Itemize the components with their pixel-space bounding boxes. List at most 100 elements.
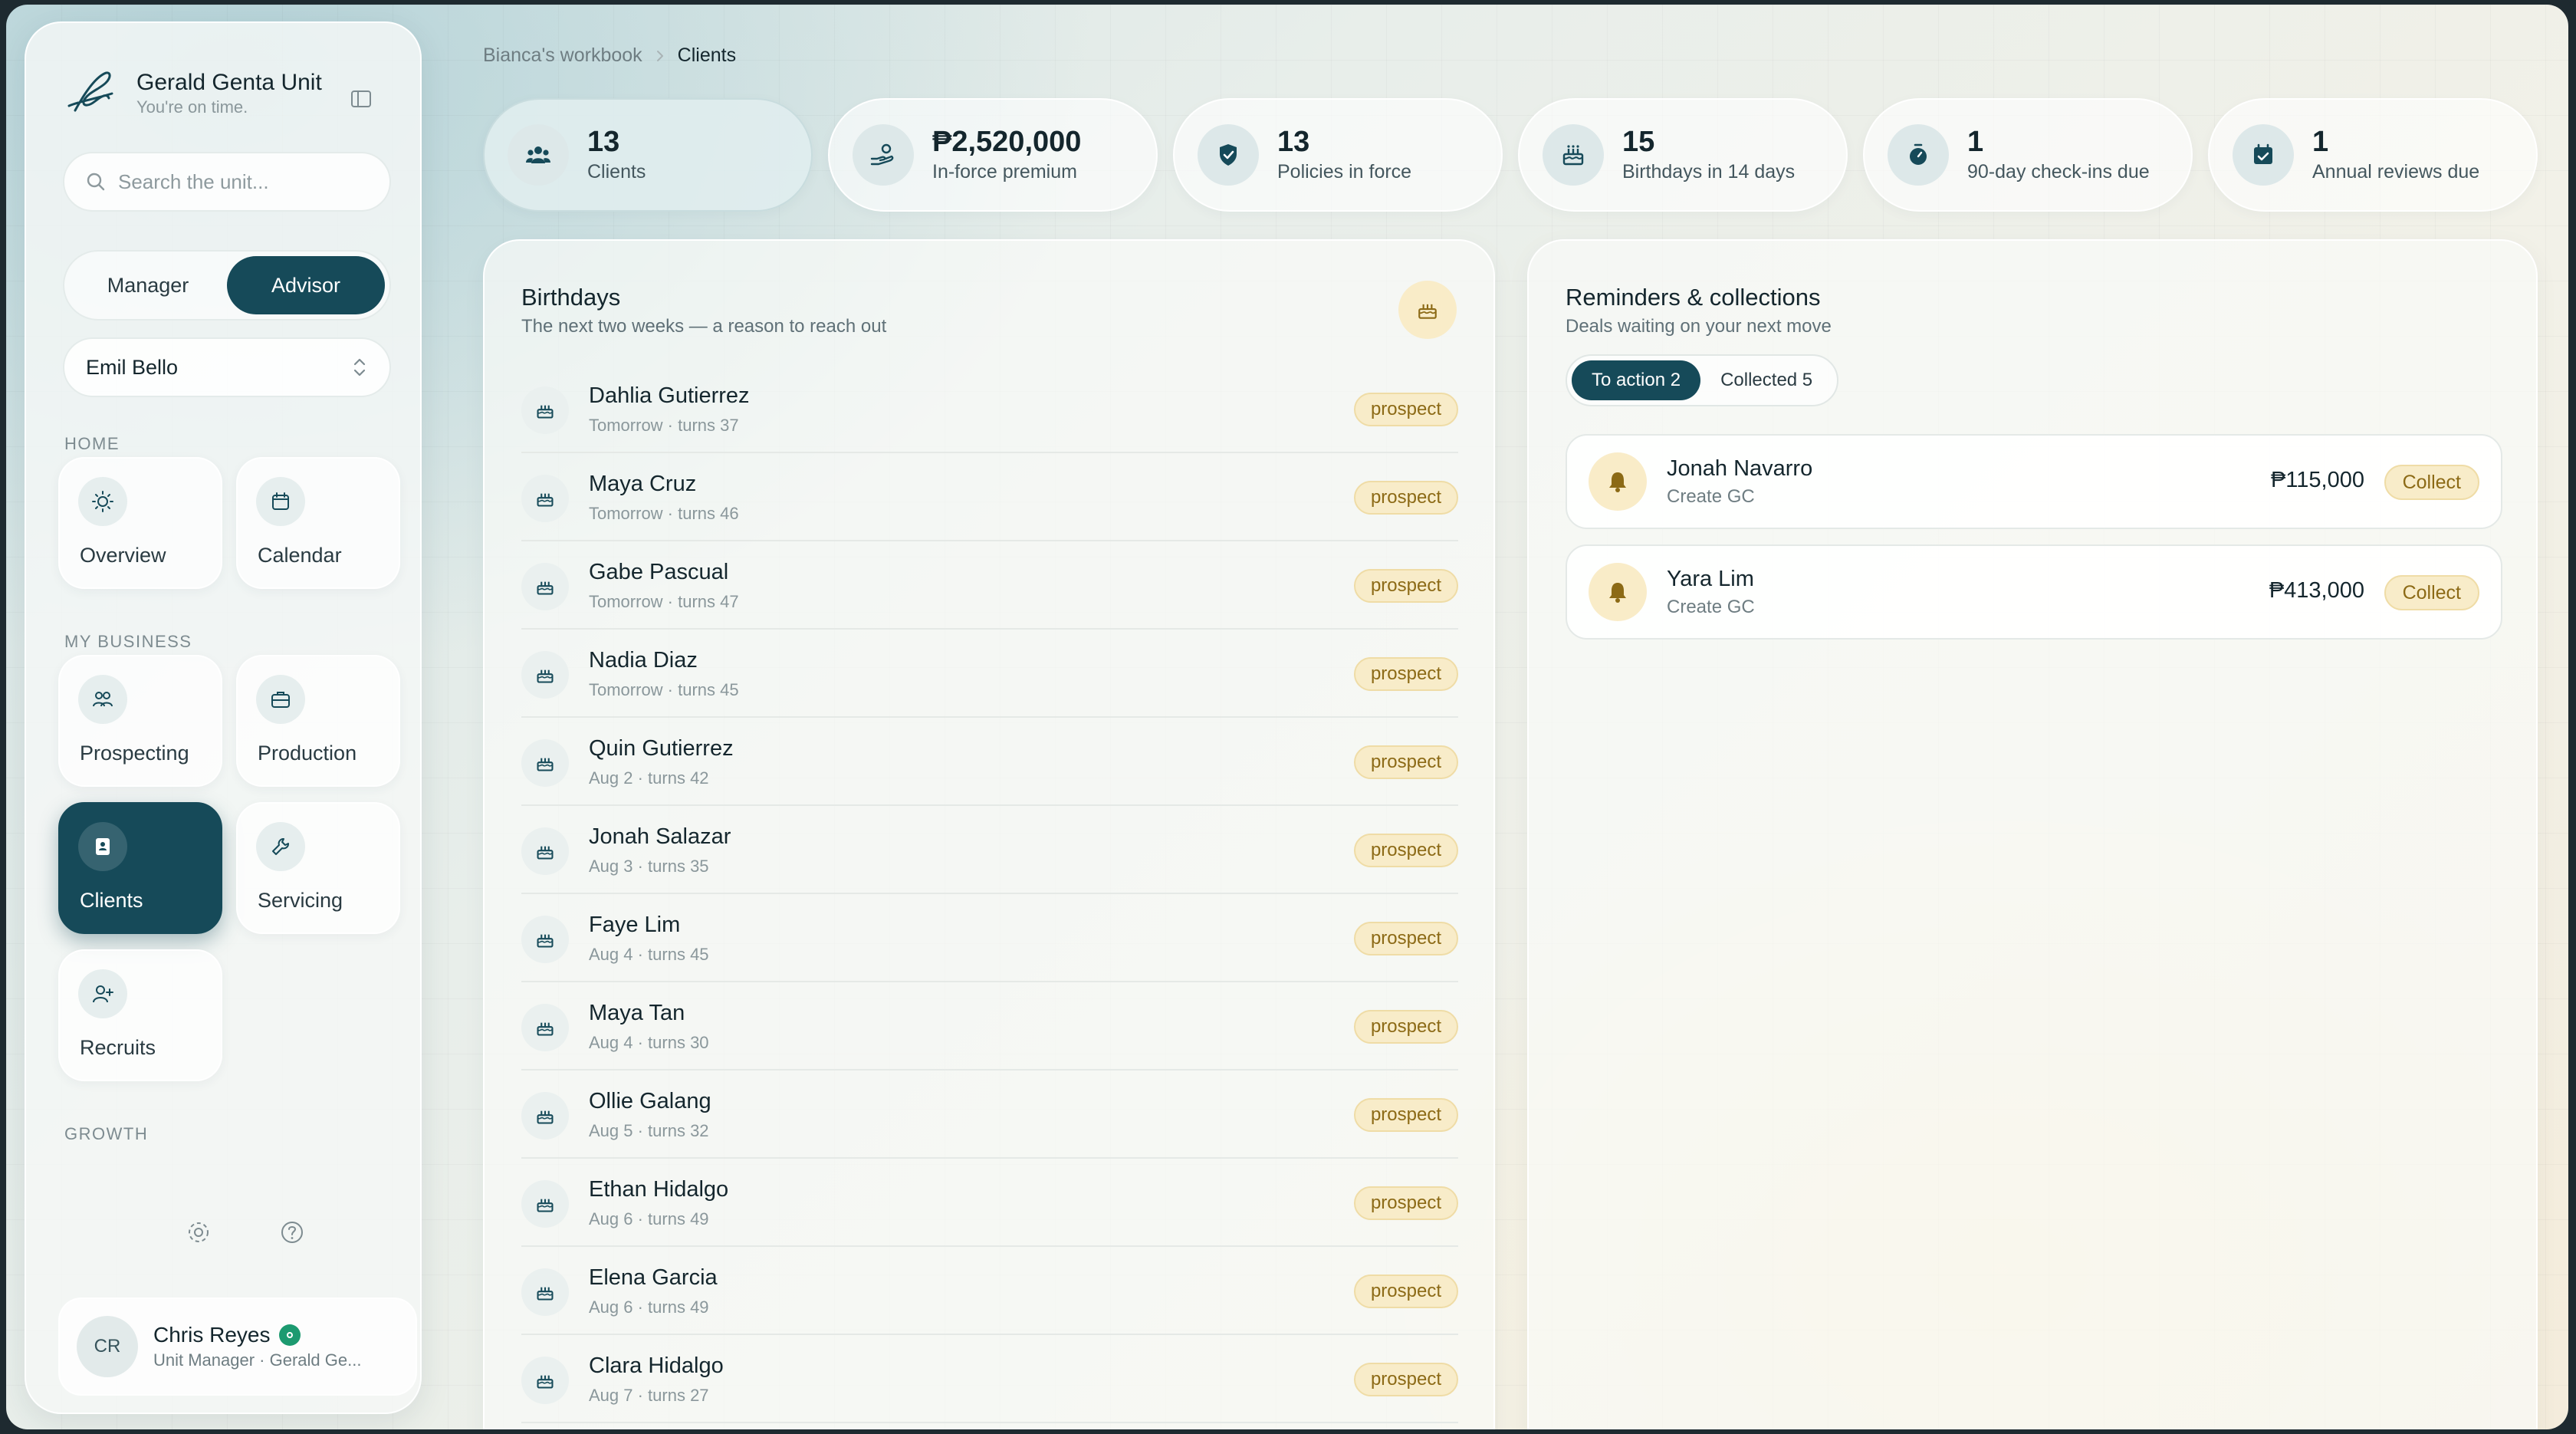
nav-overview[interactable]: Overview [58, 457, 222, 589]
search-box[interactable] [63, 152, 391, 212]
people-icon [526, 146, 550, 163]
cake-icon [521, 827, 569, 875]
role-toggle: Manager Advisor [63, 250, 391, 321]
birthday-list: Dahlia Gutierrez Tomorrow · turns 37 prosp… [521, 365, 1458, 1423]
cake-icon [521, 1004, 569, 1051]
stat-card-reviews[interactable]: 1 Annual reviews due [2208, 98, 2538, 212]
reminder-amount: ₱413,000 [2269, 578, 2364, 603]
brand-tagline: You're on time. [136, 97, 248, 117]
cake-icon [521, 1357, 569, 1404]
tab-to-action[interactable]: To action 2 [1572, 360, 1701, 400]
stat-value: 1 [2312, 125, 2329, 158]
calendar-icon [272, 492, 289, 510]
reminder-row[interactable]: Yara Lim Create GC ₱413,000 Collect [1566, 544, 2502, 640]
prospect-tag: prospect [1353, 1186, 1458, 1220]
reminder-row[interactable]: Jonah Navarro Create GC ₱115,000 Collect [1566, 434, 2502, 529]
verified-badge-icon [279, 1324, 301, 1346]
nav-calendar[interactable]: Calendar [236, 457, 400, 589]
birthday-name: Ethan Hidalgo [589, 1177, 729, 1202]
nav-recruits[interactable]: Recruits [58, 949, 222, 1081]
nav-production-label: Production [258, 742, 357, 765]
nav-prospecting-label: Prospecting [80, 742, 189, 765]
stat-card-clients[interactable]: 13 Clients [483, 98, 813, 212]
collect-button[interactable]: Collect [2384, 465, 2479, 500]
stat-card-birthdays[interactable]: 15 Birthdays in 14 days [1518, 98, 1848, 212]
birthday-row[interactable]: Dahlia Gutierrez Tomorrow · turns 37 prosp… [521, 365, 1458, 453]
birthday-row[interactable]: Maya Cruz Tomorrow · turns 46 prospect [521, 453, 1458, 541]
birthday-detail: Aug 4 · turns 45 [589, 945, 709, 964]
shield-check-icon [1220, 144, 1237, 166]
birthday-row[interactable]: Ollie Galang Aug 5 · turns 32 prospect [521, 1071, 1458, 1159]
birthday-row[interactable]: Gabe Pascual Tomorrow · turns 47 prospect [521, 541, 1458, 630]
nav-calendar-label: Calendar [258, 544, 342, 567]
chevron-updown-icon [353, 358, 366, 377]
prospect-tag: prospect [1353, 569, 1458, 603]
birthday-name: Gabe Pascual [589, 560, 729, 584]
sidebar-collapse-icon[interactable] [350, 87, 373, 110]
section-label-my-business: MY BUSINESS [64, 632, 192, 651]
breadcrumb-parent[interactable]: Bianca's workbook [483, 44, 642, 67]
gear-icon[interactable] [186, 1219, 212, 1245]
birthday-row[interactable]: Nadia Diaz Tomorrow · turns 45 prospect [521, 630, 1458, 718]
birthday-name: Jonah Salazar [589, 824, 731, 849]
section-label-growth: GROWTH [64, 1124, 149, 1143]
sidebar-footer-icons [186, 1219, 305, 1245]
sidebar: Gerald Genta Unit You're on time. Manage… [25, 21, 422, 1414]
birthday-row[interactable]: Elena Garcia Aug 6 · turns 49 prospect [521, 1247, 1458, 1335]
profile-card[interactable]: CR Chris Reyes Unit Manager · Gerald Ge.… [58, 1298, 417, 1396]
birthday-detail: Aug 4 · turns 30 [589, 1033, 709, 1052]
search-icon [87, 173, 105, 191]
search-input[interactable] [118, 169, 379, 194]
section-label-home: HOME [64, 434, 120, 453]
birthday-name: Maya Tan [589, 1001, 685, 1025]
hand-coin-icon [870, 143, 894, 166]
profile-name: Chris Reyes [153, 1323, 271, 1347]
stat-card-checkins[interactable]: 1 90-day check-ins due [1863, 98, 2193, 212]
reminder-name: Yara Lim [1667, 566, 1754, 591]
birthday-row[interactable]: Ethan Hidalgo Aug 6 · turns 49 prospect [521, 1159, 1458, 1247]
cake-icon [521, 386, 569, 434]
nav-servicing[interactable]: Servicing [236, 802, 400, 934]
reminder-sub: Create GC [1667, 485, 1755, 507]
birthday-name: Nadia Diaz [589, 648, 698, 673]
prospect-tag: prospect [1353, 657, 1458, 691]
stat-value: 13 [1277, 125, 1310, 158]
birthday-detail: Aug 3 · turns 35 [589, 857, 709, 876]
birthday-row[interactable]: Maya Tan Aug 4 · turns 30 prospect [521, 982, 1458, 1071]
advisor-select[interactable]: Emil Bello [63, 337, 391, 397]
nav-production[interactable]: Production [236, 655, 400, 787]
stat-card-premium[interactable]: ₱2,520,000 In-force premium [828, 98, 1158, 212]
bell-icon [1589, 452, 1647, 511]
birthday-row[interactable]: Clara Hidalgo Aug 7 · turns 27 prospect [521, 1335, 1458, 1423]
reminders-subtitle: Deals waiting on your next move [1566, 316, 1832, 337]
reminders-tabs: To action 2 Collected 5 [1566, 354, 1839, 406]
stat-label: Clients [587, 161, 646, 183]
stat-label: 90-day check-ins due [1967, 161, 2150, 183]
stat-value: 15 [1622, 125, 1655, 158]
birthday-name: Maya Cruz [589, 472, 697, 496]
role-manager-button[interactable]: Manager [69, 256, 227, 314]
nav-clients[interactable]: Clients [58, 802, 222, 934]
stat-value: 1 [1967, 125, 1984, 158]
collect-button[interactable]: Collect [2384, 575, 2479, 610]
help-icon[interactable] [279, 1219, 305, 1245]
nav-recruits-label: Recruits [80, 1036, 156, 1059]
birthday-row[interactable]: Quin Gutierrez Aug 2 · turns 42 prospect [521, 718, 1458, 806]
user-plus-icon [93, 985, 113, 1003]
cake-icon [521, 651, 569, 699]
prospect-tag: prospect [1353, 393, 1458, 426]
tab-collected[interactable]: Collected 5 [1700, 360, 1832, 400]
prospect-tag: prospect [1353, 1098, 1458, 1132]
cake-badge-icon [1398, 281, 1457, 339]
birthdays-title: Birthdays [521, 284, 621, 311]
prospect-tag: prospect [1353, 1274, 1458, 1308]
brand: Gerald Genta Unit You're on time. [61, 63, 322, 124]
nav-prospecting[interactable]: Prospecting [58, 655, 222, 787]
birthday-row[interactable]: Jonah Salazar Aug 3 · turns 35 prospect [521, 806, 1458, 894]
role-advisor-button[interactable]: Advisor [227, 256, 385, 314]
stat-card-policies[interactable]: 13 Policies in force [1173, 98, 1503, 212]
cake-icon [521, 739, 569, 787]
birthday-row[interactable]: Faye Lim Aug 4 · turns 45 prospect [521, 894, 1458, 982]
birthdays-panel: Birthdays The next two weeks — a reason … [483, 239, 1495, 1429]
cake-icon [521, 563, 569, 610]
